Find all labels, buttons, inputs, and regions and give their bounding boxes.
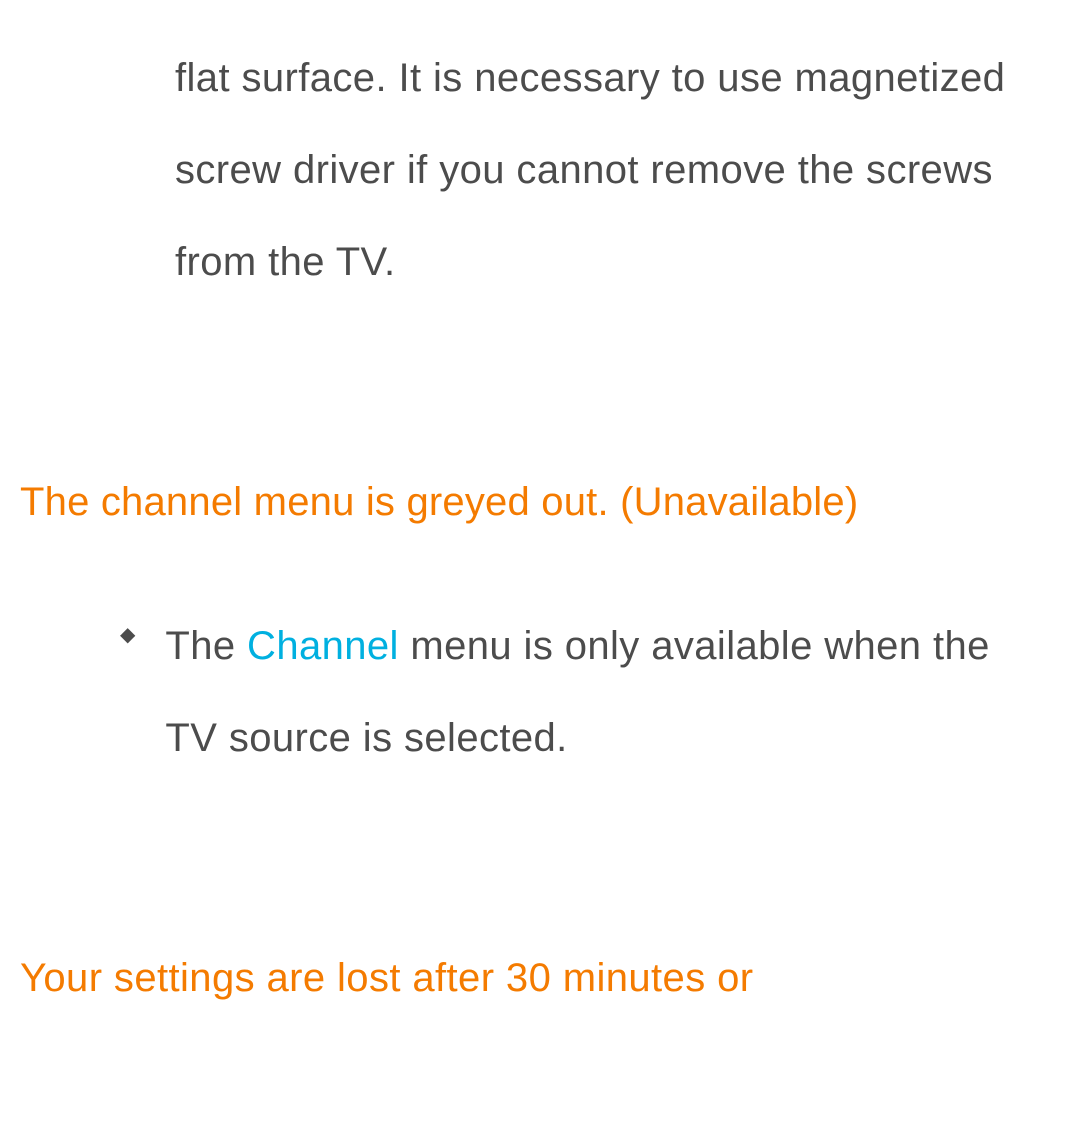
bullet-item: ◆ The Channel menu is only available whe… xyxy=(120,600,1020,784)
channel-highlight: Channel xyxy=(247,624,399,668)
section-heading-channel-menu: The channel menu is greyed out. (Unavail… xyxy=(20,456,1020,548)
bullet-diamond-icon: ◆ xyxy=(120,622,135,784)
section-heading-settings-lost: Your settings are lost after 30 minutes … xyxy=(20,932,1020,1024)
bullet-text-prefix: The xyxy=(165,624,247,668)
bullet-text: The Channel menu is only available when … xyxy=(165,600,1020,784)
document-content: flat surface. It is necessary to use mag… xyxy=(0,32,1080,1024)
prior-bullet-continuation: flat surface. It is necessary to use mag… xyxy=(175,32,1020,308)
